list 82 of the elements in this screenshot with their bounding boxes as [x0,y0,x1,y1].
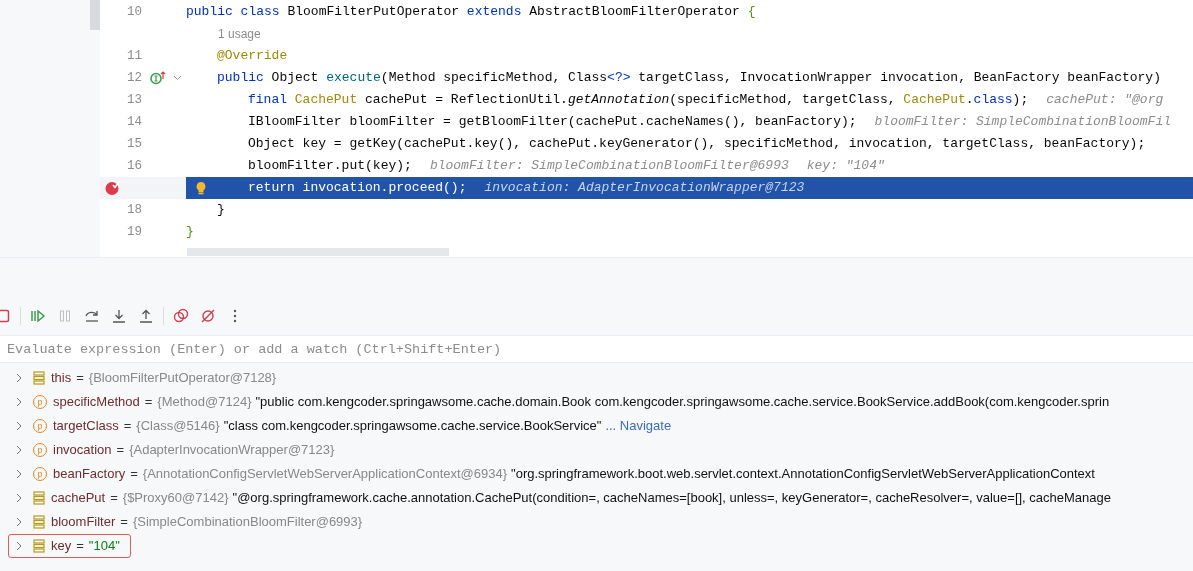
code-line: } [217,201,225,220]
variable-type: {SimpleCombinationBloomFilter@6993} [132,513,363,532]
code-line: final CachePut cachePut = ReflectionUtil.getAnnotation(specificMethod, targetClass, CachePut.class); [248,91,1029,110]
variable-name: this [51,369,72,388]
inline-value-hint: bloomFilter: SimpleCombinationBloomFilter@6993 [429,157,789,176]
step-over-icon [84,309,100,323]
lightbulb-icon[interactable] [195,181,207,195]
more-icon [233,309,237,323]
variable-name: beanFactory [53,465,126,484]
code-line: bloomFilter.put(key); [248,157,412,176]
variable-value: "class com.kengcoder.springawsome.cache.service.BookService" [223,417,602,436]
breakpoints-icon [173,308,189,324]
variable-stack-icon [33,539,45,553]
equals-sign: = [116,441,125,460]
line-number: 12 [127,71,142,86]
variable-type: {Class@5146} [136,417,220,436]
expand-chevron-icon[interactable] [16,541,23,551]
pause-icon [59,309,71,323]
variable-name: targetClass [53,417,119,436]
step-into-icon [112,309,126,323]
variable-value: "public com.kengcoder.springawsome.cache.domain.Book com.kengcoder.springawsome.cache.service.BookService.addBook(com.kengcoder.sprin [255,393,1110,412]
variable-name: bloomFilter [51,513,116,532]
expand-chevron-icon[interactable] [16,517,23,527]
expand-chevron-icon[interactable] [16,373,23,383]
variable-name: invocation [53,441,112,460]
implements-method-icon[interactable] [149,71,167,85]
variable-name: key [51,537,72,556]
equals-sign: = [144,393,153,412]
equals-sign: = [76,369,84,388]
variable-name: specificMethod [53,393,140,412]
equals-sign: = [76,537,84,556]
stop-icon [0,309,10,323]
code-line: IBloomFilter bloomFilter = getBloomFilter(cachePut.cacheNames(), beanFactory); [248,113,857,132]
string-value: "104" [88,537,120,556]
inline-value-hint: key: "104" [806,157,885,176]
variable-stack-icon [33,371,45,385]
mute-breakpoints-icon [200,308,216,324]
line-number: 15 [127,137,142,152]
variable-type: {$Proxy60@7142} [122,489,229,508]
inline-value-hint: invocation: AdapterInvocationWrapper@7123 [484,179,805,198]
variable-name: cachePut [51,489,106,508]
expand-chevron-icon[interactable] [16,397,23,407]
step-out-icon [139,309,153,323]
line-number: 13 [127,93,142,108]
expand-chevron-icon[interactable] [16,469,23,479]
variable-type: {AnnotationConfigServletWebServerApplicationContext@6934} [142,465,508,484]
line-number: 11 [127,49,142,64]
line-number: 10 [127,5,142,20]
variable-stack-icon [33,491,45,505]
line-number: 19 [127,225,142,240]
equals-sign: = [110,489,118,508]
equals-sign: = [130,465,138,484]
equals-sign: = [120,513,128,532]
code-line: return invocation.proceed(); [248,179,467,198]
code-line: } [186,223,194,242]
resume-icon [30,309,46,323]
variable-stack-icon [33,515,45,529]
variable-type: {AdapterInvocationWrapper@7123} [129,441,335,460]
breakpoint-icon[interactable] [104,180,120,196]
code-line: @Override [217,47,288,66]
expand-chevron-icon[interactable] [16,421,23,431]
expand-chevron-icon[interactable] [16,493,23,503]
code-line: public class BloomFilterPutOperator extends AbstractBloomFilterOperator { [186,3,756,22]
variable-value: "org.springframework.boot.web.servlet.context.AnnotationConfigServletWebServerApplicationContext [511,465,1095,484]
line-number: 16 [127,159,142,174]
inline-value-hint: cachePut: "@org [1046,91,1164,110]
variable-value: "@org.springframework.cache.annotation.CachePut(condition=, cacheNames=[book], unless=, keyGenerator=, cacheResolver=, value=[], cacheManage [232,489,1111,508]
variable-type: {BloomFilterPutOperator@7128} [88,369,277,388]
line-number: 18 [127,203,142,218]
usage-hint[interactable]: 1 usage [218,25,261,43]
evaluate-expression-field[interactable]: Evaluate expression (Enter) or add a watch (Ctrl+Shift+Enter) [0,335,1193,363]
equals-sign: = [123,417,132,436]
fold-chevron-icon[interactable] [172,75,182,81]
line-number: 14 [127,115,142,130]
expand-chevron-icon[interactable] [16,445,23,455]
scrollbar-thumb[interactable] [90,0,100,30]
inline-value-hint: bloomFilter: SimpleCombinationBloomFil [874,113,1171,132]
navigate-link[interactable]: ... Navigate [605,416,672,436]
code-line: Object key = getKey(cachePut.key(), cachePut.keyGenerator(), specificMethod, invocation, targetClass, beanFactory); [248,135,1146,154]
horizontal-scrollbar[interactable] [187,248,449,256]
code-line: public Object execute(Method specificMethod, Class<?> targetClass, InvocationWrapper invocation, BeanFactory beanFactory) [217,69,1161,88]
variable-type: {Method@7124} [157,393,252,412]
